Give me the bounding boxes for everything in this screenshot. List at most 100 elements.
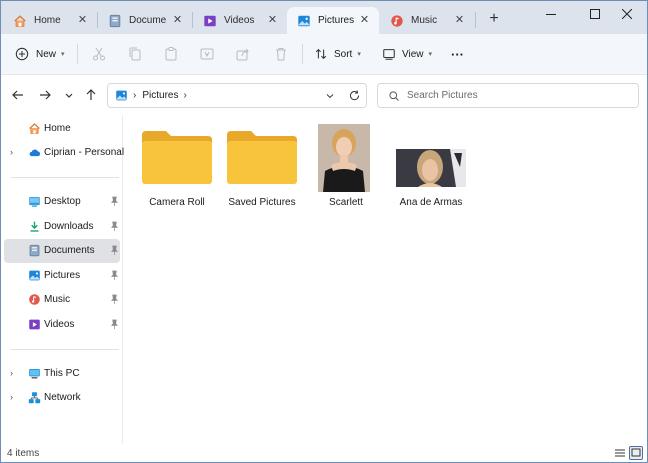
pin-icon[interactable] [110,196,119,207]
sort-button[interactable]: Sort ▾ [314,43,361,65]
sidebar-item-music[interactable]: Music [4,288,120,312]
videos-icon [204,15,216,26]
chevron-down-icon: ▾ [357,51,361,58]
refresh-icon[interactable] [348,89,361,102]
sidebar-item-videos[interactable]: Videos [4,313,120,337]
folder-icon [142,131,212,184]
image-thumbnail [318,124,370,192]
tab-label: Docume [129,15,167,26]
sidebar-item-this-pc[interactable]: › This PC [4,362,120,386]
file-list-view: Camera Roll Saved Pictures Scarlett Ana … [124,115,647,444]
paste-icon[interactable] [163,46,179,62]
sidebar-item-downloads[interactable]: Downloads [4,215,120,239]
item-count: 4 items [7,448,40,459]
command-bar: New ▾ Sort ▾ View ▾ ··· [1,34,647,75]
address-bar[interactable]: › Pictures › [107,83,367,108]
close-icon[interactable]: ✕ [453,14,466,27]
sidebar-item-pictures[interactable]: Pictures [4,264,120,288]
sidebar-item-label: Desktop [44,196,81,207]
search-box[interactable]: Search Pictures [377,83,639,108]
folder-icon [227,131,297,184]
pin-icon[interactable] [110,319,119,330]
pin-icon[interactable] [110,245,119,256]
sort-button-label: Sort [334,48,353,60]
videos-icon [29,319,40,330]
tab-documents[interactable]: Docume ✕ [98,7,192,34]
minimize-icon [546,14,556,15]
close-icon[interactable]: ✕ [358,14,371,27]
downloads-icon [30,221,39,232]
chevron-right-icon[interactable]: › [10,368,13,378]
view-icon [383,49,395,60]
pin-icon[interactable] [110,221,119,232]
sidebar-item-documents[interactable]: Documents [4,239,120,263]
forward-arrow-icon[interactable] [37,87,53,103]
cut-icon[interactable] [91,46,107,62]
sidebar-divider [11,177,119,178]
address-dropdown-chevron-icon[interactable] [324,90,336,102]
share-icon[interactable] [235,46,251,62]
tab-videos[interactable]: Videos ✕ [193,7,287,34]
desktop-icon [29,197,40,207]
sidebar-item-label: Downloads [44,221,94,232]
title-bar: Home ✕ Docume ✕ Videos ✕ Pictures ✕ Musi… [1,1,647,34]
breadcrumb-chevron-icon[interactable]: › [183,90,186,101]
sidebar-item-label: Documents [44,245,95,256]
delete-icon[interactable] [273,46,289,62]
music-icon [29,294,40,305]
chevron-right-icon[interactable]: › [10,147,13,157]
tab-music[interactable]: Music ✕ [380,7,474,34]
network-icon [28,392,41,404]
tab-label: Home [34,15,61,26]
up-arrow-icon[interactable] [83,87,99,103]
sidebar-item-label: Music [44,294,71,305]
pin-icon[interactable] [110,270,119,281]
see-more-button[interactable]: ··· [451,43,464,65]
new-tab-button[interactable]: + [485,11,503,29]
sidebar-item-label: Ciprian - Personal [44,147,125,158]
file-item-saved-pictures[interactable]: Saved Pictures [221,123,303,217]
tab-home[interactable]: Home ✕ [3,7,97,34]
view-button[interactable]: View ▾ [382,43,432,65]
minimize-button[interactable] [529,3,573,25]
navigation-row: › Pictures › Search Pictures [1,75,647,115]
breadcrumb-location[interactable]: Pictures [142,90,178,101]
recent-locations-chevron-icon[interactable] [61,87,77,103]
plus-circle-icon [15,47,29,61]
pictures-icon [29,270,40,281]
file-item-label: Scarlett [329,197,363,208]
close-icon[interactable]: ✕ [76,14,89,27]
close-window-button[interactable] [605,3,647,25]
file-item-label: Camera Roll [149,197,205,208]
sidebar-item-label: This PC [44,368,80,379]
sidebar-item-desktop[interactable]: Desktop [4,190,120,214]
search-input[interactable]: Search Pictures [407,90,478,101]
chevron-right-icon[interactable]: › [10,392,13,402]
close-icon[interactable]: ✕ [266,14,279,27]
pin-icon[interactable] [110,294,119,305]
file-item-camera-roll[interactable]: Camera Roll [136,123,218,217]
details-view-icon[interactable] [613,446,627,460]
breadcrumb-chevron-icon[interactable]: › [133,90,136,101]
large-icons-view-icon[interactable] [629,446,643,460]
tab-pictures[interactable]: Pictures ✕ [287,7,379,34]
pictures-icon [116,90,127,101]
sidebar-item-home[interactable]: Home [4,117,120,141]
file-item-scarlett[interactable]: Scarlett [305,123,387,217]
file-explorer-window: Home ✕ Docume ✕ Videos ✕ Pictures ✕ Musi… [0,0,648,463]
back-arrow-icon[interactable] [10,87,26,103]
chevron-down-icon: ▾ [61,51,65,58]
documents-icon [109,14,121,27]
sidebar-item-label: Network [44,392,81,403]
close-icon[interactable]: ✕ [171,14,184,27]
new-button[interactable]: New ▾ [15,43,65,65]
tab-label: Pictures [318,15,355,26]
rename-icon[interactable] [199,46,215,62]
pictures-icon [298,15,310,26]
copy-icon[interactable] [127,46,143,62]
this-pc-icon [29,369,40,379]
sidebar-item-network[interactable]: › Network [4,386,120,410]
file-item-ana-de-armas[interactable]: Ana de Armas [390,123,472,217]
maximize-icon [590,9,600,19]
sidebar-item-onedrive[interactable]: › Ciprian - Personal [4,141,124,165]
